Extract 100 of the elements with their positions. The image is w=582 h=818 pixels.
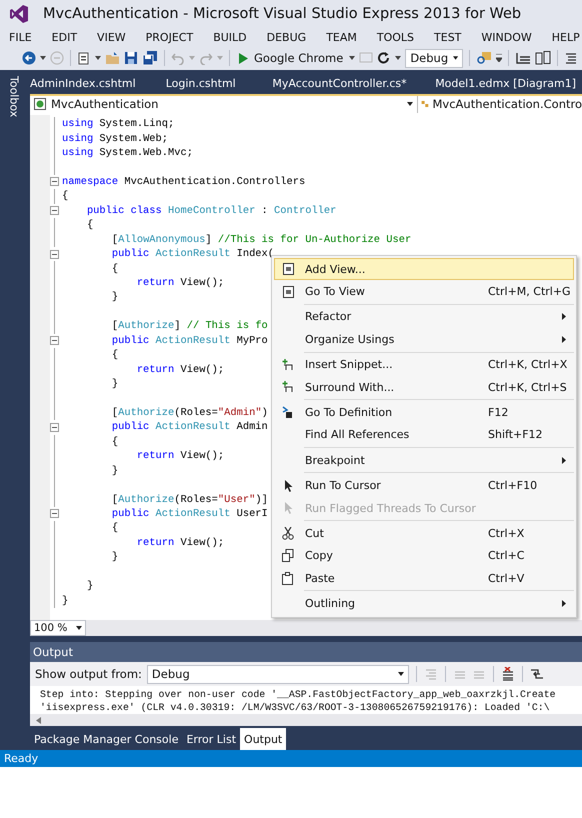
page-icon — [282, 263, 294, 276]
app-logo — [9, 4, 29, 24]
indent-icon[interactable] — [515, 51, 532, 65]
menu-item[interactable]: Cut Ctrl+X — [274, 522, 574, 545]
code-line: } — [86, 579, 94, 594]
code-line: { — [110, 521, 118, 536]
columns-icon[interactable] — [535, 51, 552, 65]
snippet-icon — [282, 381, 294, 394]
output-source-dropdown[interactable]: Debug — [146, 664, 409, 684]
output-line: Step into: Stepping over non-user code '__ASP.FastObjectFactory_app_web_oaxrzkjl.Create — [40, 688, 557, 702]
collapse-icon[interactable] — [50, 177, 59, 186]
output-line: 'iisexpress.exe' (CLR v4.0.30319: /LM/W3SVC/63/ROOT-3-130806526759219176): Loaded 'C:\ — [40, 701, 551, 714]
code-line: } — [110, 464, 118, 478]
caret-icon — [407, 102, 413, 106]
menu-item[interactable]: Organize Usings — [274, 328, 574, 350]
toolbox-tab[interactable]: Toolbox — [8, 76, 20, 118]
panel-tab[interactable]: Output — [240, 728, 286, 750]
caret-icon[interactable] — [349, 56, 356, 60]
caret-icon[interactable] — [40, 56, 46, 60]
code-line: } — [110, 290, 118, 304]
collapse-icon[interactable] — [50, 250, 59, 259]
code-line: [Authorize] // This is fo — [110, 319, 268, 334]
status-bar: Ready — [0, 750, 582, 767]
menu-item[interactable]: Find All References Shift+F12 — [274, 424, 574, 446]
menu-item[interactable]: Paste Ctrl+V — [274, 567, 574, 590]
menu-item[interactable]: BUILD — [213, 30, 247, 44]
code-line: using System.Linq; — [62, 117, 174, 132]
caret-icon[interactable] — [95, 56, 101, 60]
menu-item[interactable]: WINDOW — [481, 30, 532, 44]
new-project-icon[interactable] — [77, 51, 91, 65]
menu-item[interactable]: Outlining — [274, 592, 574, 615]
code-line: namespace MvcAuthentication.Controllers — [62, 174, 306, 189]
code-line: { — [110, 262, 118, 276]
scissors-icon — [282, 526, 294, 540]
panel-tab[interactable]: Package Manager Console — [30, 728, 182, 750]
code-line: public class HomeController : Controller — [86, 204, 336, 218]
overflow-icon[interactable] — [496, 54, 502, 62]
menu-item[interactable]: Add View... — [274, 258, 574, 280]
code-line: return View(); — [136, 449, 224, 464]
menu-item[interactable]: TEAM — [326, 30, 357, 44]
save-icon[interactable] — [124, 51, 138, 65]
word-wrap-icon[interactable] — [530, 667, 544, 682]
pointer-icon — [284, 480, 292, 492]
project-icon — [34, 98, 46, 110]
scroll-left-icon[interactable] — [36, 716, 41, 724]
document-tab[interactable]: MyAccountController.cs* — [272, 77, 436, 90]
pointer-icon — [284, 502, 292, 514]
menu-item[interactable]: Refactor — [274, 306, 574, 328]
horizontal-scrollbar[interactable] — [86, 620, 582, 636]
menu-item[interactable]: Run To Cursor Ctrl+F10 — [274, 474, 574, 497]
code-line: [AllowAnonymous] //This is for Un-Authorize User — [110, 232, 412, 247]
save-all-icon[interactable] — [142, 51, 158, 65]
code-line: public ActionResult Admin — [110, 420, 268, 434]
clear-all-icon[interactable] — [500, 667, 515, 682]
menu-item[interactable]: Go To View Ctrl+M, Ctrl+G — [274, 280, 574, 303]
code-line: return View(); — [136, 362, 224, 377]
code-line: } — [110, 377, 118, 392]
code-line: return View(); — [136, 536, 224, 550]
window-title: MvcAuthentication - Microsoft Visual Studio Express 2013 for Web — [43, 6, 522, 22]
menu-item[interactable]: HELP — [552, 30, 580, 44]
menu-item[interactable]: TEST — [434, 30, 462, 44]
code-line: } — [110, 550, 118, 564]
collapse-icon[interactable] — [50, 509, 59, 518]
run-button[interactable]: Google Chrome — [236, 51, 346, 65]
menu-item[interactable]: FILE — [9, 30, 32, 44]
caret-icon[interactable] — [395, 56, 402, 60]
caret-icon — [76, 626, 82, 630]
configuration-dropdown[interactable]: Debug — [405, 48, 464, 68]
document-tab[interactable]: Login.cshtml — [166, 77, 272, 90]
code-line: using System.Web.Mvc; — [62, 146, 193, 160]
copy-icon — [282, 549, 294, 562]
play-icon — [238, 52, 248, 64]
document-tab[interactable]: Model1.edmx [Diagram1] — [435, 77, 582, 90]
menu-item[interactable]: Copy Ctrl+C — [274, 544, 574, 568]
menu-item[interactable]: Go To Definition F12 — [274, 401, 574, 424]
caret-icon — [453, 56, 458, 60]
code-line: public ActionResult UserI — [110, 506, 268, 521]
code-line: return View(); — [136, 276, 224, 290]
menu-item[interactable]: VIEW — [97, 30, 126, 44]
definition-icon — [282, 406, 294, 418]
field-label: Show output from: — [35, 667, 142, 682]
collapse-icon[interactable] — [50, 336, 59, 346]
panel-tab[interactable]: Error List — [182, 728, 240, 750]
menu-item[interactable]: PROJECT — [146, 30, 194, 44]
document-tab[interactable]: AdminIndex.cshtml — [30, 77, 166, 90]
back-icon[interactable] — [22, 51, 36, 65]
menu-item[interactable]: Surround With... Ctrl+K, Ctrl+S — [274, 376, 574, 398]
refresh-icon[interactable] — [377, 51, 392, 65]
collapse-icon[interactable] — [50, 422, 59, 432]
menu-item[interactable]: DEBUG — [266, 30, 306, 44]
caret-icon — [398, 672, 404, 676]
find-icon[interactable] — [476, 51, 492, 65]
list-icon[interactable] — [564, 51, 578, 65]
zoom-dropdown[interactable]: 100 % — [30, 620, 86, 636]
collapse-icon[interactable] — [50, 206, 59, 216]
code-line: public ActionResult MyPro — [110, 334, 268, 348]
menu-item[interactable]: EDIT — [52, 30, 78, 44]
menu-item[interactable]: TOOLS — [376, 30, 414, 44]
menu-item[interactable]: Breakpoint — [274, 449, 574, 472]
menu-item[interactable]: Insert Snippet... Ctrl+K, Ctrl+X — [274, 354, 574, 376]
